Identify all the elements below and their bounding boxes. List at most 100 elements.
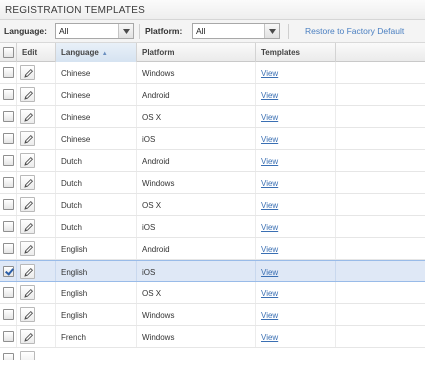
row-edit-cell <box>17 62 56 83</box>
table-row[interactable]: Chinese iOS View <box>0 128 425 150</box>
view-template-link[interactable]: View <box>261 91 278 100</box>
language-cell: Chinese <box>56 106 137 127</box>
platform-cell: Android <box>137 238 256 259</box>
select-all-checkbox[interactable] <box>3 47 14 58</box>
platform-cell: OS X <box>137 194 256 215</box>
view-template-link[interactable]: View <box>261 245 278 254</box>
pencil-icon <box>24 288 34 298</box>
row-checkbox[interactable] <box>3 287 14 298</box>
edit-button[interactable] <box>20 197 35 212</box>
column-header-templates[interactable]: Templates <box>256 43 336 62</box>
table-row[interactable]: Dutch iOS View <box>0 216 425 238</box>
row-edit-cell <box>17 172 56 193</box>
row-select-cell <box>0 62 17 83</box>
pencil-icon <box>24 332 34 342</box>
edit-button[interactable] <box>20 109 35 124</box>
row-checkbox[interactable] <box>3 266 14 277</box>
view-template-link[interactable]: View <box>261 311 278 320</box>
templates-cell: View <box>256 261 336 281</box>
grid-header: Edit Language ▲ Platform Templates <box>0 43 425 62</box>
row-checkbox[interactable] <box>3 309 14 320</box>
edit-button[interactable] <box>20 264 35 279</box>
row-edit-cell <box>17 238 56 259</box>
row-edit-cell <box>17 84 56 105</box>
edit-button[interactable] <box>20 175 35 190</box>
table-row[interactable]: Dutch Windows View <box>0 172 425 194</box>
language-filter-select[interactable]: All <box>55 23 134 39</box>
edit-button[interactable] <box>20 153 35 168</box>
templates-cell: View <box>256 128 336 149</box>
view-template-link[interactable]: View <box>261 113 278 122</box>
table-row[interactable]: Dutch Android View <box>0 150 425 172</box>
platform-cell: Windows <box>137 62 256 83</box>
table-row[interactable]: Chinese Windows View <box>0 62 425 84</box>
table-row[interactable]: English Windows View <box>0 304 425 326</box>
row-checkbox[interactable] <box>3 133 14 144</box>
edit-button[interactable] <box>20 131 35 146</box>
row-edit-cell <box>17 194 56 215</box>
view-template-link[interactable]: View <box>261 333 278 342</box>
edit-button[interactable] <box>20 65 35 80</box>
row-select-cell <box>0 128 17 149</box>
chevron-down-icon <box>123 29 130 34</box>
edit-button[interactable] <box>20 241 35 256</box>
table-row[interactable]: Chinese OS X View <box>0 106 425 128</box>
language-cell: French <box>56 326 137 347</box>
templates-cell: View <box>256 194 336 215</box>
view-template-link[interactable]: View <box>261 135 278 144</box>
view-template-link[interactable]: View <box>261 201 278 210</box>
row-checkbox[interactable] <box>3 111 14 122</box>
row-checkbox[interactable] <box>3 221 14 232</box>
edit-button[interactable] <box>20 329 35 344</box>
row-checkbox[interactable] <box>3 199 14 210</box>
view-template-link[interactable]: View <box>261 268 278 277</box>
column-header-platform[interactable]: Platform <box>137 43 256 62</box>
templates-cell: View <box>256 84 336 105</box>
chevron-down-icon <box>269 29 276 34</box>
platform-dropdown-button[interactable] <box>264 24 279 38</box>
table-row[interactable]: English OS X View <box>0 282 425 304</box>
view-template-link[interactable]: View <box>261 69 278 78</box>
table-row[interactable]: English iOS View <box>0 260 425 282</box>
pencil-icon <box>24 178 34 188</box>
row-checkbox[interactable] <box>3 353 14 360</box>
row-select-cell <box>0 326 17 347</box>
row-checkbox[interactable] <box>3 243 14 254</box>
toolbar-separator <box>288 24 289 39</box>
edit-button[interactable] <box>20 351 35 360</box>
table-row[interactable]: Chinese Android View <box>0 84 425 106</box>
platform-cell: Android <box>137 84 256 105</box>
row-edit-cell <box>17 106 56 127</box>
view-template-link[interactable]: View <box>261 157 278 166</box>
row-checkbox[interactable] <box>3 177 14 188</box>
column-header-language[interactable]: Language ▲ <box>56 43 137 62</box>
view-template-link[interactable]: View <box>261 289 278 298</box>
view-template-link[interactable]: View <box>261 179 278 188</box>
table-row[interactable]: French Windows View <box>0 326 425 348</box>
table-row[interactable]: Dutch OS X View <box>0 194 425 216</box>
row-checkbox[interactable] <box>3 155 14 166</box>
toolbar-separator <box>139 24 140 39</box>
language-dropdown-button[interactable] <box>118 24 133 38</box>
row-checkbox[interactable] <box>3 67 14 78</box>
row-checkbox[interactable] <box>3 331 14 342</box>
templates-cell: View <box>256 216 336 237</box>
edit-button[interactable] <box>20 87 35 102</box>
restore-factory-default-link[interactable]: Restore to Factory Default <box>305 26 404 36</box>
edit-button[interactable] <box>20 219 35 234</box>
row-select-cell <box>0 150 17 171</box>
row-edit-cell <box>17 150 56 171</box>
row-edit-cell <box>17 326 56 347</box>
view-template-link[interactable]: View <box>261 223 278 232</box>
platform-filter-value: All <box>196 26 206 36</box>
platform-filter-select[interactable]: All <box>192 23 280 39</box>
templates-cell: View <box>256 304 336 325</box>
column-header-edit[interactable]: Edit <box>17 43 56 62</box>
column-header-language-label: Language <box>61 48 99 57</box>
row-checkbox[interactable] <box>3 89 14 100</box>
table-row[interactable]: English Android View <box>0 238 425 260</box>
platform-filter-label: Platform: <box>145 26 183 36</box>
edit-button[interactable] <box>20 307 35 322</box>
edit-button[interactable] <box>20 285 35 300</box>
language-cell: English <box>56 261 137 281</box>
